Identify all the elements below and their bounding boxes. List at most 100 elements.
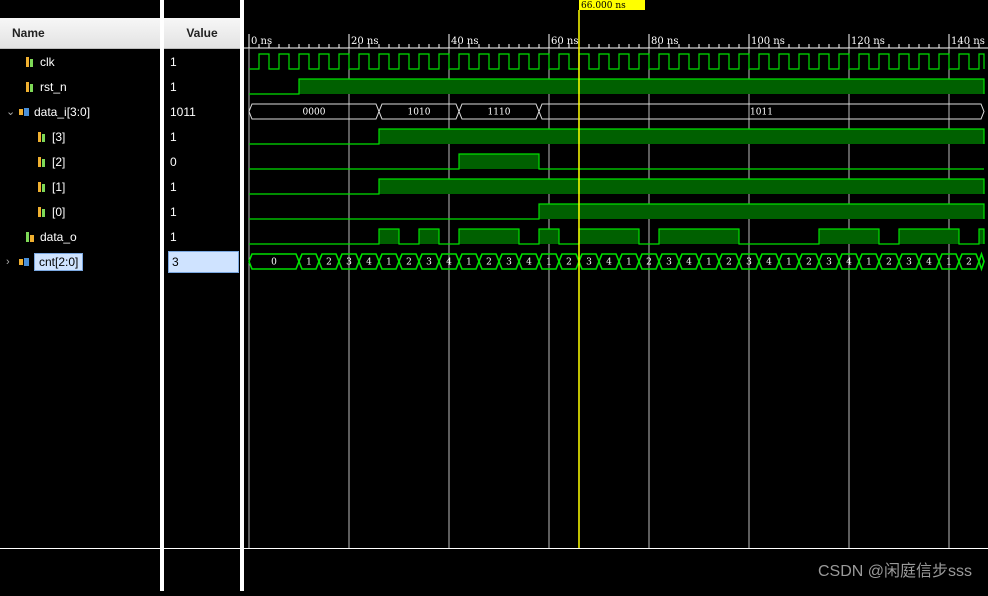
cnt-value: 2 xyxy=(806,258,812,268)
signal-value-row[interactable]: 1011 xyxy=(164,99,240,124)
signal-icon xyxy=(36,131,48,143)
signal-value: 3 xyxy=(168,250,239,273)
signal-name: [0] xyxy=(52,204,66,219)
ruler-label: 40 ns xyxy=(451,36,478,47)
signal-icon xyxy=(36,156,48,168)
signal-row[interactable]: ⌄ data_i[3:0] xyxy=(0,99,160,124)
cnt-value: 1 xyxy=(466,258,472,268)
data-o-fill xyxy=(819,229,879,244)
cnt-value: 3 xyxy=(506,258,512,268)
waveform-pane[interactable]: 0 ns 20 ns 40 ns 60 ns 80 ns 100 ns 120 ns 140 … xyxy=(244,0,988,591)
signal-value: 1 xyxy=(170,204,177,219)
signal-row[interactable]: rst_n xyxy=(0,74,160,99)
signal-name: [2] xyxy=(52,154,66,169)
cnt-value: 3 xyxy=(746,258,752,268)
signal-icon xyxy=(36,206,48,218)
name-header[interactable]: Name xyxy=(0,18,160,49)
signal-value: 1011 xyxy=(170,104,196,119)
bottom-divider xyxy=(0,548,988,549)
watermark: CSDN @闲庭信步sss xyxy=(817,563,972,580)
cnt-value: 4 xyxy=(526,258,532,268)
cnt-value: 4 xyxy=(366,258,372,268)
cnt-value: 1 xyxy=(626,258,632,268)
data_i-value: 0000 xyxy=(303,108,326,118)
cnt-value: 4 xyxy=(766,258,772,268)
ruler-label: 0 ns xyxy=(251,36,272,47)
cnt-segment xyxy=(978,251,985,272)
signal-icon xyxy=(36,181,48,193)
ruler-label: 60 ns xyxy=(551,36,578,47)
signal-icon xyxy=(24,56,36,68)
cnt-value: 2 xyxy=(326,258,332,268)
signal-row[interactable]: [0] xyxy=(0,199,160,224)
signal-value-row[interactable]: 1 xyxy=(164,49,240,74)
rst-n-fill xyxy=(299,79,984,94)
cnt-value: 3 xyxy=(906,258,912,268)
signal-name: [1] xyxy=(52,179,66,194)
cnt-value: 2 xyxy=(566,258,572,268)
ruler-label: 100 ns xyxy=(751,36,785,47)
data-o-fill xyxy=(459,229,519,244)
chevron-right-icon[interactable]: › xyxy=(6,256,18,268)
ruler-label: 140 ns xyxy=(951,36,985,47)
signal-value-row[interactable]: 3 xyxy=(164,249,240,274)
signal-value-row[interactable]: 1 xyxy=(164,74,240,99)
signal-row[interactable]: clk xyxy=(0,49,160,74)
clk-trace xyxy=(249,53,985,70)
bit1-fill xyxy=(379,179,984,194)
signal-value: 1 xyxy=(170,229,177,244)
ruler-label: 20 ns xyxy=(351,36,378,47)
data-o-fill xyxy=(899,229,959,244)
signal-value: 1 xyxy=(170,179,177,194)
signal-name: clk xyxy=(40,54,55,69)
chevron-down-icon[interactable]: ⌄ xyxy=(6,105,18,118)
signal-name: [3] xyxy=(52,129,66,144)
ruler-label: 120 ns xyxy=(851,36,885,47)
signal-row[interactable]: › cnt[2:0] xyxy=(0,249,160,274)
name-column: Name clk rst_n ⌄ data_i[3:0] [3] [2] [1] [0] dat… xyxy=(0,0,160,591)
signal-value: 1 xyxy=(170,79,177,94)
data-o-fill xyxy=(379,229,399,244)
bit0-fill xyxy=(539,204,984,219)
signal-value: 0 xyxy=(170,154,177,169)
cnt-value: 4 xyxy=(686,258,692,268)
cnt-value: 1 xyxy=(946,258,952,268)
cnt-value: 3 xyxy=(826,258,832,268)
cnt-value: 2 xyxy=(886,258,892,268)
value-column: Value 1 1 1011 1 0 1 1 1 3 xyxy=(164,0,240,591)
signal-value: 1 xyxy=(170,129,177,144)
cnt-value: 2 xyxy=(646,258,652,268)
data_i-value: 1110 xyxy=(488,108,511,118)
bus-icon xyxy=(18,256,30,268)
cnt-value: 4 xyxy=(446,258,452,268)
cnt-value: 1 xyxy=(706,258,712,268)
waveform-canvas[interactable]: 0 ns 20 ns 40 ns 60 ns 80 ns 100 ns 120 ns 140 … xyxy=(244,0,988,591)
signal-row[interactable]: [3] xyxy=(0,124,160,149)
signal-name: cnt[2:0] xyxy=(34,252,84,271)
cnt-value: 3 xyxy=(426,258,432,268)
data-o-fill xyxy=(539,229,559,244)
bus-icon xyxy=(18,106,30,118)
data_i-value: 1011 xyxy=(750,108,773,118)
signal-value-row[interactable]: 1 xyxy=(164,224,240,249)
signal-value-row[interactable]: 1 xyxy=(164,124,240,149)
ruler-label: 80 ns xyxy=(651,36,678,47)
signal-row[interactable]: data_o xyxy=(0,224,160,249)
signal-row[interactable]: [2] xyxy=(0,149,160,174)
output-icon xyxy=(24,231,36,243)
data-o-fill xyxy=(579,229,639,244)
data-o-fill xyxy=(419,229,439,244)
cnt-value: 3 xyxy=(586,258,592,268)
cnt-value: 1 xyxy=(866,258,872,268)
data-o-fill xyxy=(659,229,739,244)
signal-value-row[interactable]: 0 xyxy=(164,149,240,174)
cnt-value: 1 xyxy=(306,258,312,268)
cnt-value: 3 xyxy=(666,258,672,268)
cnt-value: 0 xyxy=(271,258,277,268)
cnt-value: 2 xyxy=(406,258,412,268)
data-o-fill xyxy=(979,229,984,244)
value-header[interactable]: Value xyxy=(164,18,240,49)
signal-row[interactable]: [1] xyxy=(0,174,160,199)
signal-value-row[interactable]: 1 xyxy=(164,199,240,224)
signal-value-row[interactable]: 1 xyxy=(164,174,240,199)
